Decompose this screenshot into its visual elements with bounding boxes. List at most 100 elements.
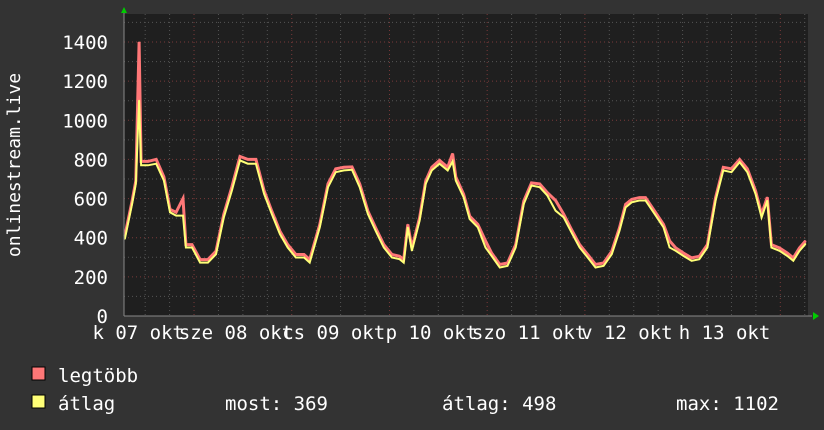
data-point-avg (603, 265, 605, 267)
legend-swatch-max (31, 366, 46, 381)
y-axis-title: onlinestream.live (4, 73, 25, 257)
data-point-avg (730, 171, 733, 173)
legend-max-value: max: 1102 (676, 393, 779, 415)
data-point-max (539, 183, 541, 185)
data-point-avg (255, 163, 257, 165)
data-point-avg (207, 261, 209, 264)
data-point-avg (175, 214, 177, 217)
data-point-avg (682, 255, 685, 257)
data-point-max (255, 158, 257, 161)
data-point-max (587, 253, 589, 256)
data-point-avg (786, 255, 788, 257)
data-point-max (207, 259, 209, 261)
data-point-avg (399, 258, 401, 260)
data-point-max (603, 262, 605, 264)
data-point-max (778, 247, 781, 249)
data-point-avg (539, 186, 541, 188)
legend-label-max: legtöbb (58, 365, 138, 387)
data-point-avg (131, 203, 133, 205)
data-point-avg (760, 216, 763, 218)
data-point-max (451, 152, 454, 155)
data-point-avg (223, 216, 225, 218)
data-point-avg (706, 246, 709, 249)
data-point-max (644, 196, 647, 199)
data-point-avg (287, 246, 289, 249)
data-point-avg (578, 246, 581, 249)
x-tick-label: h 13 okt (679, 322, 771, 344)
data-point-avg (530, 184, 533, 187)
data-point-avg (766, 199, 768, 202)
data-point-avg (425, 183, 427, 185)
data-point-avg (690, 260, 693, 262)
data-point-avg (391, 256, 393, 259)
data-point-avg (484, 246, 487, 249)
data-point-max (484, 240, 487, 242)
y-tick-label: 200 (74, 267, 108, 289)
data-point-avg (804, 243, 807, 245)
data-point-max (563, 213, 565, 215)
data-point-avg (462, 196, 465, 198)
data-point-avg (668, 246, 671, 249)
data-point-avg (335, 171, 337, 173)
data-point-avg (431, 169, 433, 171)
x-tick-label: v 12 okt (581, 322, 673, 344)
data-point-avg (163, 179, 165, 182)
y-tick-label: 800 (74, 149, 108, 171)
data-point-avg (554, 210, 557, 212)
x-tick-label: k 07 okt (92, 322, 184, 344)
data-point-max (431, 166, 433, 168)
legend-label-avg: átlag (58, 393, 115, 415)
data-point-max (730, 168, 733, 170)
legend-swatch-avg (31, 394, 46, 409)
data-point-avg (675, 250, 677, 252)
data-point-avg (625, 206, 627, 208)
data-point-max (239, 155, 241, 158)
data-point-avg (271, 213, 273, 215)
rrd-graph: 0200400600800100012001400 k 07 oktsze 08… (0, 0, 824, 430)
data-point-avg (722, 169, 724, 171)
y-tick-label: 600 (74, 189, 108, 211)
data-point-avg (618, 230, 621, 232)
legend-current-value: most: 369 (225, 393, 328, 415)
data-point-max (766, 196, 768, 198)
data-point-avg (319, 226, 321, 228)
plot-area (124, 14, 808, 316)
data-point-avg (655, 214, 657, 217)
data-point-avg (523, 203, 525, 205)
data-point-avg (451, 160, 454, 162)
data-point-max (682, 252, 685, 254)
data-point-avg (778, 250, 781, 252)
data-point-avg (746, 171, 748, 173)
data-point-avg (239, 159, 241, 162)
data-point-avg (563, 216, 565, 218)
data-point-max (182, 197, 184, 200)
data-point-avg (138, 99, 140, 101)
data-point-avg (185, 246, 187, 249)
data-point-max (499, 263, 501, 266)
data-point-max (625, 203, 627, 206)
data-point-avg (418, 220, 421, 222)
data-point-max (554, 199, 557, 202)
data-point-max (722, 166, 724, 168)
data-point-avg (438, 163, 441, 165)
data-point-max (335, 168, 337, 170)
data-point-max (303, 253, 305, 256)
data-point-max (175, 211, 177, 213)
data-point-avg (367, 213, 369, 215)
data-point-avg (135, 183, 137, 185)
data-point-avg (469, 218, 471, 220)
data-point-avg (169, 211, 171, 213)
data-point-max (343, 166, 345, 168)
data-point-avg (359, 186, 361, 188)
y-tick-label: 1000 (62, 110, 108, 132)
data-point-avg (447, 169, 449, 171)
data-point-avg (247, 163, 249, 165)
data-point-avg (303, 256, 305, 259)
data-point-avg (770, 246, 772, 249)
data-point-max (668, 240, 671, 242)
x-tick-label: szo 11 okt (472, 322, 586, 344)
data-point-max (438, 159, 441, 162)
data-point-avg (147, 164, 149, 166)
y-tick-label: 1400 (62, 32, 108, 54)
data-point-avg (263, 193, 265, 195)
